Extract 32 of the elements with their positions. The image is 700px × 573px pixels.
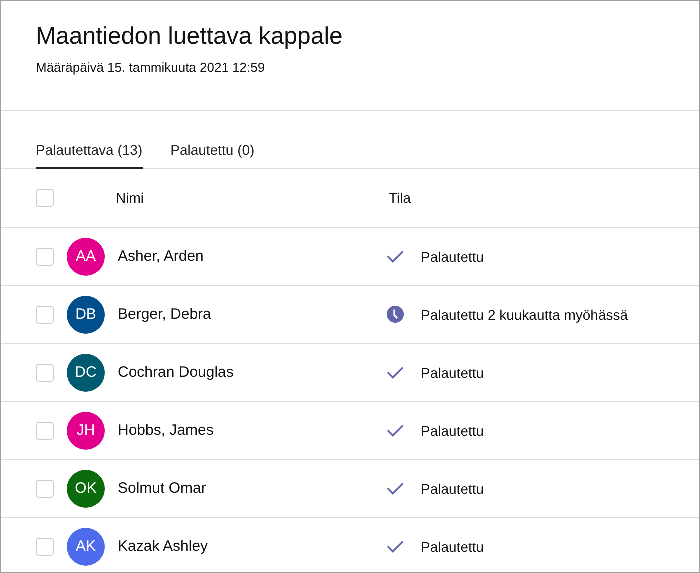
column-header: Tila xyxy=(389,190,412,206)
avatar: DC xyxy=(67,354,105,392)
clock-icon xyxy=(386,305,405,324)
student-name: Kazak Ashley xyxy=(118,538,210,555)
status-text: Palautettu xyxy=(421,422,484,438)
tab[interactable]: Palautettu (0) xyxy=(170,111,255,169)
status-text: Palautettu xyxy=(421,364,484,380)
tab[interactable]: Palautettava (13) xyxy=(36,111,143,169)
student-name: Solmut Omar xyxy=(118,480,208,497)
avatar: OK xyxy=(67,470,105,508)
avatar: JH xyxy=(67,412,105,450)
assignment-title: Maantiedon luettava kappale xyxy=(36,22,344,51)
status-text: Palautettu xyxy=(421,480,484,496)
avatar: AK xyxy=(67,528,105,566)
student-name: Cochran Douglas xyxy=(118,364,235,381)
due-date: Määräpäivä 15. tammikuuta 2021 12:59 xyxy=(36,60,266,75)
row-checkbox[interactable] xyxy=(36,364,54,382)
select-all-checkbox[interactable] xyxy=(36,189,54,207)
status-text: Palautettu 2 kuukautta myöhässä xyxy=(421,306,628,322)
row-checkbox[interactable] xyxy=(36,538,54,556)
column-header: Nimi xyxy=(116,190,145,206)
status-text: Palautettu xyxy=(421,248,484,264)
row-checkbox[interactable] xyxy=(36,248,54,266)
avatar: DB xyxy=(67,296,105,334)
row-checkbox[interactable] xyxy=(36,422,54,440)
row-checkbox[interactable] xyxy=(36,480,54,498)
row-checkbox[interactable] xyxy=(36,306,54,324)
avatar: AA xyxy=(67,238,105,276)
student-name: Berger, Debra xyxy=(118,306,212,323)
student-name: Hobbs, James xyxy=(118,422,215,439)
status-text: Palautettu xyxy=(421,538,484,554)
student-name: Asher, Arden xyxy=(118,248,205,265)
